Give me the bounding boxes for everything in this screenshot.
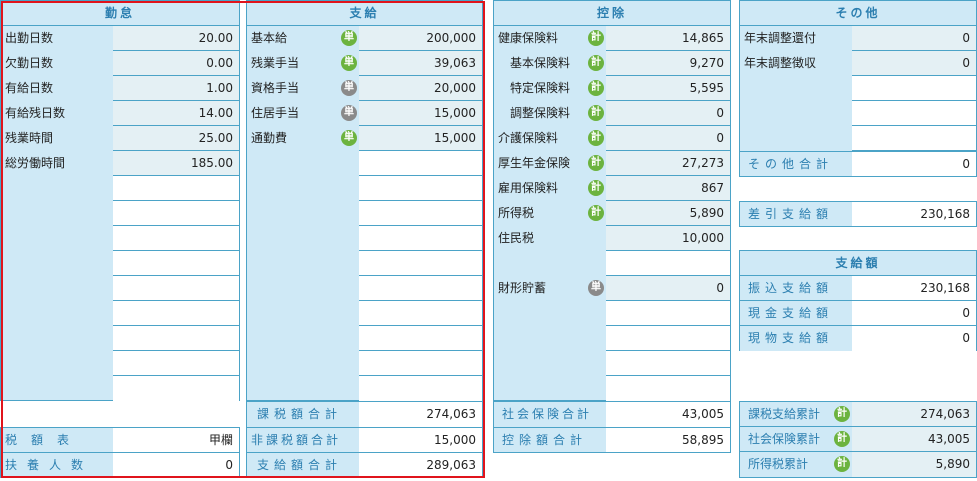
kojo-row: 介護保険料 計 0 xyxy=(494,126,730,151)
calc-badge-icon[interactable]: 計 xyxy=(834,431,850,447)
payment-method-value[interactable]: 230,168 xyxy=(852,276,976,301)
sonota-label: 年末調整徴収 xyxy=(740,51,852,76)
empty-cell xyxy=(606,301,730,326)
sonota-label: 年末調整還付 xyxy=(740,26,852,51)
kojo-label: 住民税 xyxy=(494,226,606,251)
calc-badge-icon[interactable]: 計 xyxy=(588,155,604,171)
sonota-total-label: その他合計 xyxy=(740,151,852,176)
cumulative-panel: 課税支給累計 計 274,063 社会保険累計 計 43,005 所得税累計 計… xyxy=(739,401,977,478)
kojo-value[interactable]: 867 xyxy=(606,176,730,201)
payment-method-panel: 支給額 振込支給額 230,168 現金支給額 0 現物支給額 0 xyxy=(739,250,977,351)
deduction-total-label: 控除額合計 xyxy=(494,428,606,452)
kojo-row: 雇用保険料 計 867 xyxy=(494,176,730,201)
calc-badge-icon[interactable]: 計 xyxy=(588,180,604,196)
sonota-empty-row xyxy=(852,126,976,151)
kojo-empty-row xyxy=(606,301,730,326)
payment-method-header: 支給額 xyxy=(740,251,976,276)
calc-badge-icon[interactable]: 計 xyxy=(588,205,604,221)
payment-method-value[interactable]: 0 xyxy=(852,326,976,351)
kojo-value[interactable]: 14,865 xyxy=(606,26,730,51)
net-payment-label: 差引支給額 xyxy=(740,202,852,226)
kojo-row: 特定保険料 計 5,595 xyxy=(494,76,730,101)
kojo-value[interactable]: 0 xyxy=(606,101,730,126)
kojo-empty-row xyxy=(606,351,730,376)
payment-method-label: 現物支給額 xyxy=(740,326,852,351)
sonota-row: 年末調整徴収 0 xyxy=(740,51,976,76)
cumulative-row: 社会保険累計 計 43,005 xyxy=(740,427,976,452)
empty-cell xyxy=(606,326,730,351)
calc-badge-icon[interactable]: 計 xyxy=(588,55,604,71)
kojo-value[interactable]: 5,595 xyxy=(606,76,730,101)
kojo-row: 住民税 10,000 xyxy=(494,226,730,251)
net-payment-box: 差引支給額 230,168 xyxy=(739,201,977,227)
payment-method-row: 振込支給額 230,168 xyxy=(740,276,976,301)
social-total-value: 43,005 xyxy=(606,402,730,427)
empty-cell xyxy=(606,251,730,276)
empty-cell xyxy=(606,351,730,376)
kojo-empty-row xyxy=(606,251,730,276)
kojo-header: 控除 xyxy=(494,1,730,26)
kojo-empty-row xyxy=(606,326,730,351)
payment-method-label: 振込支給額 xyxy=(740,276,852,301)
calc-badge-icon[interactable]: 計 xyxy=(588,30,604,46)
sonota-row: 年末調整還付 0 xyxy=(740,26,976,51)
empty-cell xyxy=(852,101,976,126)
kojo-panel: 控除 健康保険料 計 14,865 基本保険料 計 9,270 特定保険料 計 … xyxy=(493,0,731,401)
sonota-total-row: その他合計 0 xyxy=(740,151,976,176)
unit-badge-icon[interactable]: 単 xyxy=(588,280,604,296)
sonota-panel: その他 年末調整還付 0 年末調整徴収 0 その他合計 0 xyxy=(739,0,977,177)
kojo-row: 基本保険料 計 9,270 xyxy=(494,51,730,76)
calc-badge-icon[interactable]: 計 xyxy=(834,406,850,422)
cumulative-row: 所得税累計 計 5,890 xyxy=(740,452,976,477)
empty-cell xyxy=(852,126,976,151)
empty-cell xyxy=(852,76,976,101)
calc-badge-icon[interactable]: 計 xyxy=(588,130,604,146)
kojo-value[interactable]: 9,270 xyxy=(606,51,730,76)
deduction-total-value: 58,895 xyxy=(606,428,730,452)
sonota-value[interactable]: 0 xyxy=(852,51,976,76)
kojo-value[interactable]: 0 xyxy=(606,126,730,151)
sonota-header: その他 xyxy=(740,1,976,26)
cumulative-value: 43,005 xyxy=(852,427,976,452)
payment-method-value[interactable]: 0 xyxy=(852,301,976,326)
cumulative-value: 5,890 xyxy=(852,452,976,477)
highlight-frame xyxy=(1,1,485,478)
kojo-value[interactable]: 5,890 xyxy=(606,201,730,226)
sonota-value[interactable]: 0 xyxy=(852,26,976,51)
cumulative-row: 課税支給累計 計 274,063 xyxy=(740,402,976,427)
kojo-empty-row xyxy=(606,376,730,401)
payment-method-label: 現金支給額 xyxy=(740,301,852,326)
payment-method-row: 現物支給額 0 xyxy=(740,326,976,351)
social-total-label: 社会保険合計 xyxy=(494,402,606,427)
sonota-empty-row xyxy=(852,76,976,101)
deduction-total-box: 控除額合計 58,895 xyxy=(493,427,731,453)
kojo-value[interactable]: 10,000 xyxy=(606,226,730,251)
net-payment-value: 230,168 xyxy=(852,202,976,226)
kojo-value[interactable]: 27,273 xyxy=(606,151,730,176)
calc-badge-icon[interactable]: 計 xyxy=(834,456,850,472)
kojo-row: 財形貯蓄 単 0 xyxy=(494,276,730,301)
kojo-row: 健康保険料 計 14,865 xyxy=(494,26,730,51)
sonota-empty-row xyxy=(852,101,976,126)
sonota-total-value: 0 xyxy=(852,151,976,176)
kojo-row: 所得税 計 5,890 xyxy=(494,201,730,226)
kojo-row: 調整保険料 計 0 xyxy=(494,101,730,126)
calc-badge-icon[interactable]: 計 xyxy=(588,80,604,96)
cumulative-value: 274,063 xyxy=(852,402,976,427)
social-total-box: 社会保険合計 43,005 xyxy=(493,401,731,428)
calc-badge-icon[interactable]: 計 xyxy=(588,105,604,121)
empty-cell xyxy=(606,376,730,401)
kojo-row: 厚生年金保険 計 27,273 xyxy=(494,151,730,176)
zaikei-value[interactable]: 0 xyxy=(606,276,730,301)
payment-method-row: 現金支給額 0 xyxy=(740,301,976,326)
